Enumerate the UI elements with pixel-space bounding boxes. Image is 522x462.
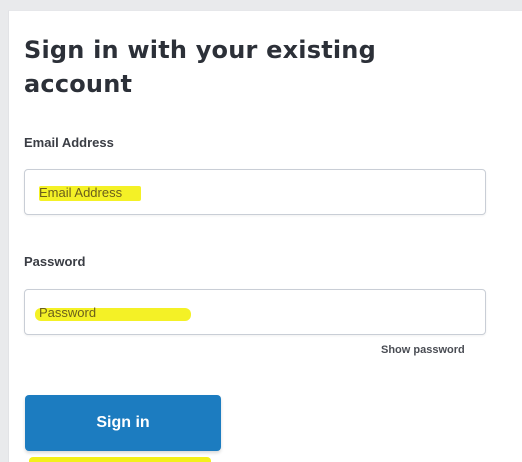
email-label: Email Address [24,135,114,150]
show-password-link[interactable]: Show password [381,344,465,356]
page-title: Sign in with your existing account [24,36,376,98]
sign-in-button[interactable]: Sign in [25,395,221,451]
email-field-container [24,169,486,215]
password-field-container [24,289,486,335]
button-highlight-mark [29,457,211,462]
sign-in-card: Sign in with your existing account Email… [8,10,522,462]
password-field[interactable] [25,290,485,334]
page: Sign in with your existing account Email… [0,0,522,462]
email-field[interactable] [25,170,485,214]
password-label: Password [24,254,86,269]
